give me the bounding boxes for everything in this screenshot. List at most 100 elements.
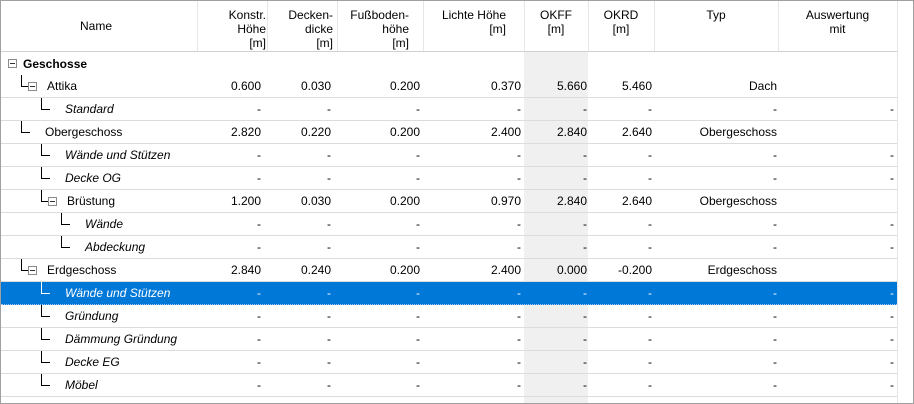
cell-okff: 0.000 [556,263,587,277]
cell-decke: - [327,217,331,231]
cell-lichte: - [517,217,521,231]
cell-decke: 0.240 [300,263,331,277]
table-row[interactable]: Wände und Stützen - - - - - - - - [1,282,897,305]
cell-okff: - [583,286,587,300]
table-row[interactable]: Standard - - - - - - - - [1,98,897,121]
cell-konstr: - [257,148,261,162]
cell-ausw: - [890,102,894,116]
collapse-icon[interactable] [28,82,37,91]
cell-okff: - [583,309,587,323]
cell-okrd: 5.460 [621,79,652,93]
cell-ausw: - [890,355,894,369]
cell-decke: 0.030 [300,79,331,93]
cell-fuss: 0.200 [389,125,420,139]
cell-okrd: - [648,378,652,392]
col-header-fussbodenhoehe[interactable]: Fußboden- höhe [m] [337,1,409,51]
cell-decke: - [327,309,331,323]
cell-lichte: - [517,332,521,346]
cell-ausw: - [890,240,894,254]
col-header-konstr-hoehe[interactable]: Konstr. Höhe [m] [197,1,266,51]
tree-connector-line [61,224,70,225]
tree-connector-line [41,155,50,156]
cell-decke: - [327,355,331,369]
table-row[interactable]: Wände - - - - - - - - [1,213,897,236]
cell-ausw [778,259,894,281]
cell-lichte: - [517,102,521,116]
cell-okff: - [583,171,587,185]
table-row[interactable]: Möbel - - - - - - - - [1,374,897,397]
cell-ausw [778,190,894,212]
row-name: Erdgeschoss [47,263,117,277]
cell-konstr: - [257,240,261,254]
cell-fuss: 0.200 [389,263,420,277]
tree-connector-line [41,178,50,179]
tree-connector-line [21,121,22,132]
row-name: Wände und Stützen [65,148,171,162]
tree-connector-line [61,236,62,247]
cell-okff: - [583,102,587,116]
tree-connector-line [21,75,22,86]
vertical-scrollbar[interactable] [897,1,913,403]
geschosse-grid[interactable]: Name Konstr. Höhe [m] Decken- dicke [m] … [0,0,914,404]
cell-fuss: - [416,355,420,369]
row-name: Möbel [65,378,98,392]
cell-ausw: - [890,309,894,323]
row-name: Attika [47,79,78,93]
table-row[interactable]: Dämmung Gründung - - - - - - - - [1,328,897,351]
table-row[interactable]: Abdeckung - - - - - - - - [1,236,897,259]
tree-connector-line [21,132,30,133]
cell-fuss: - [416,148,420,162]
cell-decke: - [327,378,331,392]
cell-ausw [778,75,894,97]
table-row[interactable]: Decke OG - - - - - - - - [1,167,897,190]
cell-typ: - [773,240,777,254]
cell-lichte: 2.400 [490,263,521,277]
table-row[interactable]: Gründung - - - - - - - - [1,305,897,328]
table-row[interactable]: Wände und Stützen - - - - - - - - [1,144,897,167]
tree-connector-line [41,374,42,385]
col-header-okrd[interactable]: OKRD [m] [588,1,654,51]
tree-connector-line [41,293,50,294]
cell-okff: - [583,148,587,162]
column-header-bar: Name Konstr. Höhe [m] Decken- dicke [m] … [1,1,913,52]
cell-ausw: - [890,171,894,185]
row-name: Decke OG [65,171,122,185]
cell-okrd: - [648,102,652,116]
cell-lichte: 0.370 [490,79,521,93]
col-header-typ[interactable]: Typ [654,1,778,51]
col-header-okff[interactable]: OKFF [m] [524,1,588,51]
col-header-name[interactable]: Name [41,1,151,51]
cell-okrd: - [648,286,652,300]
table-row[interactable]: Brüstung 1.200 0.030 0.200 0.970 2.840 2.640 Ob… [1,190,897,213]
cell-konstr: - [257,355,261,369]
cell-typ: - [773,102,777,116]
tree-connector-line [41,385,50,386]
table-row[interactable]: Decke EG - - - - - - - - [1,351,897,374]
cell-fuss: - [416,378,420,392]
cell-fuss: - [416,217,420,231]
tree-connector-line [61,247,70,248]
cell-okrd: -0.200 [617,263,652,277]
collapse-icon[interactable] [48,197,57,206]
cell-lichte: - [517,378,521,392]
table-row[interactable]: Erdgeschoss 2.840 0.240 0.200 2.400 0.000 -0.2… [1,259,897,282]
tree-connector-line [61,213,62,224]
group-label: Geschosse [23,56,88,71]
group-row-geschosse[interactable]: Geschosse [1,52,897,75]
cell-decke: - [327,240,331,254]
collapse-icon[interactable] [28,266,37,275]
collapse-icon[interactable] [8,59,17,68]
table-row[interactable]: Obergeschoss 2.820 0.220 0.200 2.400 2.840 2.6… [1,121,897,144]
cell-konstr: - [257,217,261,231]
col-header-auswertung[interactable]: Auswertung mit [778,1,897,51]
cell-okrd: - [648,309,652,323]
row-name: Wände [85,217,124,231]
cell-konstr: - [257,378,261,392]
cell-lichte: 2.400 [490,125,521,139]
col-header-lichte-hoehe[interactable]: Lichte Höhe [m] [423,1,506,51]
cell-lichte: - [517,355,521,369]
cell-fuss: - [416,332,420,346]
cell-typ: - [773,332,777,346]
col-header-deckendicke[interactable]: Decken- dicke [m] [267,1,333,51]
table-row[interactable]: Attika 0.600 0.030 0.200 0.370 5.660 5.460 Dach [1,75,897,98]
